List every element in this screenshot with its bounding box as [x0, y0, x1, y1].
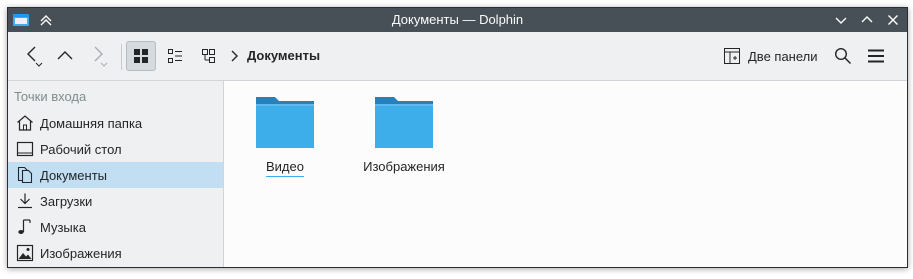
maximize-button[interactable]	[857, 10, 877, 30]
titlebar[interactable]: Документы — Dolphin	[8, 8, 907, 32]
documents-icon	[17, 166, 33, 184]
breadcrumb-chevron-icon[interactable]	[230, 48, 240, 64]
place-desktop[interactable]: Рабочий стол	[8, 136, 223, 162]
icons-view-button[interactable]	[126, 41, 156, 71]
place-home[interactable]: Домашняя папка	[8, 110, 223, 136]
folder-label: Видео	[266, 159, 304, 177]
pictures-icon	[16, 244, 34, 262]
file-view[interactable]: Видео Изображения	[224, 81, 907, 267]
search-icon	[834, 47, 852, 65]
window-title: Документы — Dolphin	[391, 12, 524, 27]
keep-above-icon[interactable]	[38, 12, 54, 28]
back-icon	[27, 46, 43, 67]
icons-view-icon	[134, 49, 148, 63]
compact-view-button[interactable]	[160, 41, 190, 71]
folder-item-pictures[interactable]: Изображения	[354, 95, 454, 175]
split-view-label: Две панели	[748, 48, 818, 64]
search-button[interactable]	[828, 41, 858, 71]
back-button[interactable]	[19, 41, 49, 71]
forward-button[interactable]	[84, 41, 114, 71]
app-icon[interactable]	[12, 11, 30, 29]
music-icon	[18, 219, 31, 234]
folder-icon	[256, 97, 314, 148]
place-label: Документы	[40, 167, 108, 183]
menu-button[interactable]	[861, 41, 891, 71]
folder-icon	[375, 97, 433, 148]
maximize-icon	[861, 16, 873, 23]
place-downloads[interactable]: Загрузки	[8, 188, 223, 214]
breadcrumb-current[interactable]: Документы	[247, 48, 320, 64]
close-button[interactable]	[883, 10, 903, 30]
downloads-icon	[18, 193, 32, 209]
close-icon	[888, 15, 898, 25]
place-label: Изображения	[40, 245, 122, 261]
place-label: Загрузки	[40, 193, 93, 209]
places-panel: Точки входа Домашняя папка Рабочий стол …	[8, 81, 224, 267]
place-label: Рабочий стол	[40, 141, 122, 157]
up-icon	[57, 51, 73, 60]
main-toolbar: Документы Две панели	[8, 32, 907, 81]
place-label: Домашняя папка	[40, 115, 143, 131]
toolbar-separator	[121, 44, 122, 70]
places-header: Точки входа	[14, 89, 87, 104]
hamburger-menu-icon	[868, 49, 884, 63]
compact-view-icon	[168, 49, 182, 63]
place-pictures[interactable]: Изображения	[8, 240, 223, 266]
place-documents[interactable]: Документы	[8, 162, 223, 188]
place-music[interactable]: Музыка	[8, 214, 223, 240]
folder-label: Изображения	[363, 159, 445, 174]
dolphin-window: Документы — Dolphin Документы Две панели…	[7, 7, 908, 268]
home-icon	[17, 115, 33, 131]
folder-item-video[interactable]: Видео	[235, 95, 335, 177]
forward-icon	[94, 46, 108, 67]
split-view-button[interactable]: Две панели	[719, 41, 822, 71]
up-button[interactable]	[50, 41, 80, 71]
details-view-icon	[202, 49, 215, 63]
split-view-icon	[724, 48, 740, 64]
minimize-icon	[835, 17, 847, 24]
place-label: Музыка	[40, 219, 86, 235]
details-view-button[interactable]	[194, 41, 224, 71]
minimize-button[interactable]	[831, 10, 851, 30]
desktop-icon	[16, 141, 34, 157]
